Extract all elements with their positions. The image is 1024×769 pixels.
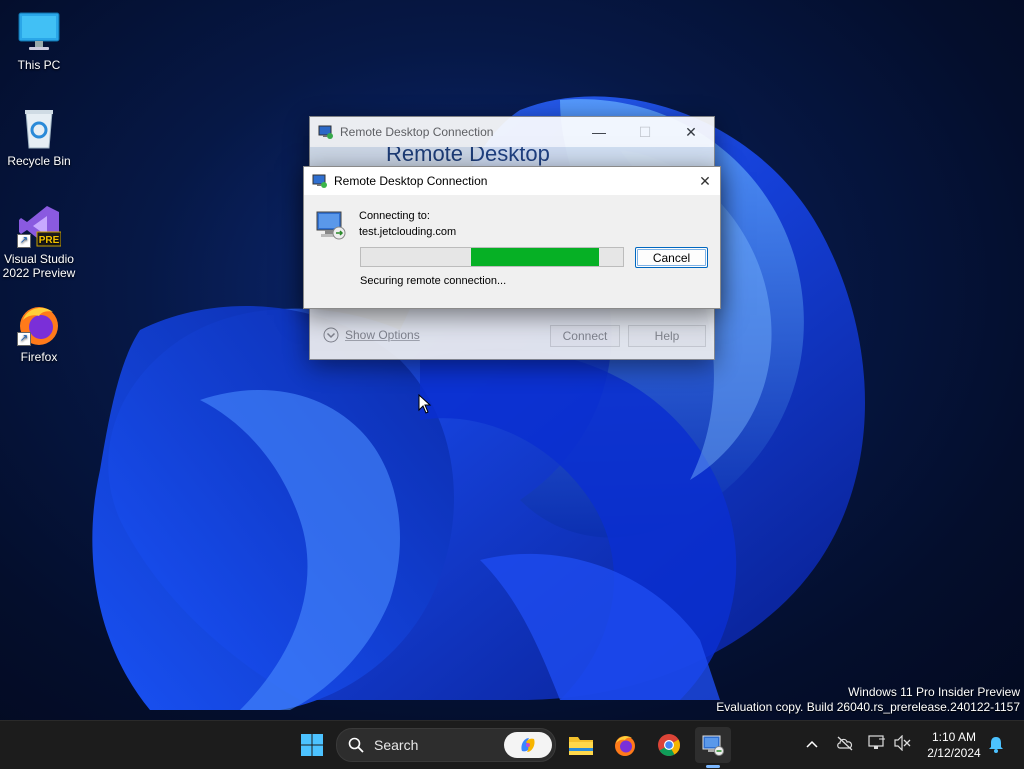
chevron-up-icon	[806, 740, 818, 748]
clock-time: 1:10 AM	[931, 730, 977, 744]
this-pc-icon	[17, 10, 61, 54]
taskbar-clock[interactable]: 1:10 AM 2/12/2024	[918, 729, 990, 761]
wallpaper-bloom	[92, 96, 866, 710]
connect-button[interactable]: Connect	[550, 325, 620, 347]
desktop-icon-label: Firefox	[20, 350, 58, 364]
firefox-taskbar-button[interactable]	[607, 727, 643, 763]
copilot-button[interactable]	[504, 732, 552, 758]
close-button[interactable]: ✕	[690, 167, 720, 195]
search-icon	[348, 737, 364, 753]
onedrive-tray-button[interactable]	[836, 735, 854, 756]
desktop-icon-visual-studio[interactable]: PRE ↗ Visual Studio 2022 Preview	[1, 204, 77, 280]
minimize-button[interactable]: —	[576, 117, 622, 147]
recycle-bin-icon	[17, 106, 61, 150]
desktop-icon-label: This PC	[17, 58, 61, 72]
cloud-offline-icon	[837, 736, 853, 751]
start-button[interactable]	[294, 727, 330, 763]
desktop-icon-firefox[interactable]: ↗ Firefox	[1, 302, 77, 364]
desktop-icon-this-pc[interactable]: This PC	[1, 10, 77, 72]
status-text: Securing remote connection...	[360, 275, 507, 287]
desktop-icon-label: Visual Studio 2022 Preview	[2, 252, 76, 280]
cancel-button[interactable]: Cancel	[635, 247, 708, 268]
title-bar: Remote Desktop Connection ✕	[304, 167, 720, 195]
file-explorer-button[interactable]	[563, 727, 599, 763]
search-placeholder: Search	[374, 737, 419, 753]
volume-muted-icon	[894, 734, 911, 752]
connecting-label: Connecting to:	[359, 210, 430, 222]
show-options-toggle[interactable]: Show Options	[323, 327, 420, 343]
firefox-icon	[615, 736, 635, 756]
bottom-bar: Show Options Connect Help	[310, 311, 714, 359]
shortcut-arrow-icon: ↗	[17, 332, 31, 346]
connecting-dialog: Remote Desktop Connection ✕ Connecting t…	[303, 166, 721, 309]
chevron-down-icon	[323, 327, 339, 343]
shortcut-arrow-icon: ↗	[17, 234, 31, 248]
pre-badge: PRE	[39, 235, 60, 246]
remote-desktop-icon	[312, 174, 327, 188]
visual-studio-icon: PRE ↗	[17, 204, 62, 248]
maximize-button[interactable]: ☐	[622, 117, 668, 147]
connection-progress-bar	[360, 247, 624, 267]
watermark-line-1: Windows 11 Pro Insider Preview	[848, 685, 1020, 699]
notifications-button[interactable]	[988, 736, 1004, 758]
chrome-taskbar-button[interactable]	[651, 727, 687, 763]
volume-tray-button[interactable]	[894, 734, 912, 756]
desktop: This PC Recycle Bin PRE ↗ Visual Studio …	[0, 0, 1024, 720]
watermark-line-2: Evaluation copy. Build 26040.rs_prerelea…	[716, 700, 1020, 714]
evaluation-watermark: Windows 11 Pro Insider Preview Evaluatio…	[716, 685, 1020, 715]
file-explorer-icon	[569, 737, 593, 755]
bell-icon	[989, 737, 1003, 753]
banner-title: Remote Desktop	[386, 147, 550, 166]
remote-desktop-icon	[318, 125, 333, 139]
copilot-icon	[521, 738, 535, 752]
close-button[interactable]: ✕	[668, 117, 714, 147]
help-button[interactable]: Help	[628, 325, 706, 347]
network-icon	[868, 735, 885, 749]
title-bar: Remote Desktop Connection — ☐ ✕	[310, 117, 714, 147]
window-title: Remote Desktop Connection	[340, 125, 494, 139]
show-hidden-icons-button[interactable]	[805, 737, 819, 756]
progress-fill	[471, 248, 600, 266]
chrome-icon	[658, 734, 680, 756]
remote-desktop-taskbar-button[interactable]	[695, 727, 731, 763]
clock-date: 2/12/2024	[927, 746, 981, 760]
desktop-icon-recycle-bin[interactable]: Recycle Bin	[1, 106, 77, 168]
windows-logo-icon	[301, 734, 323, 756]
desktop-icon-label: Recycle Bin	[7, 154, 71, 168]
mouse-cursor-icon	[418, 394, 432, 414]
remote-desktop-icon	[702, 735, 724, 756]
banner: Remote Desktop	[310, 147, 714, 167]
taskbar-search-box[interactable]: Search	[336, 728, 556, 762]
host-name: test.jetclouding.com	[359, 226, 457, 238]
dialog-title: Remote Desktop Connection	[334, 174, 488, 188]
remote-connection-icon	[316, 211, 346, 240]
show-options-label: Show Options	[345, 328, 420, 342]
network-tray-button[interactable]	[868, 735, 886, 756]
taskbar: Search 1:10 AM 2/12/2024	[0, 720, 1024, 769]
firefox-icon: ↗	[17, 302, 61, 346]
